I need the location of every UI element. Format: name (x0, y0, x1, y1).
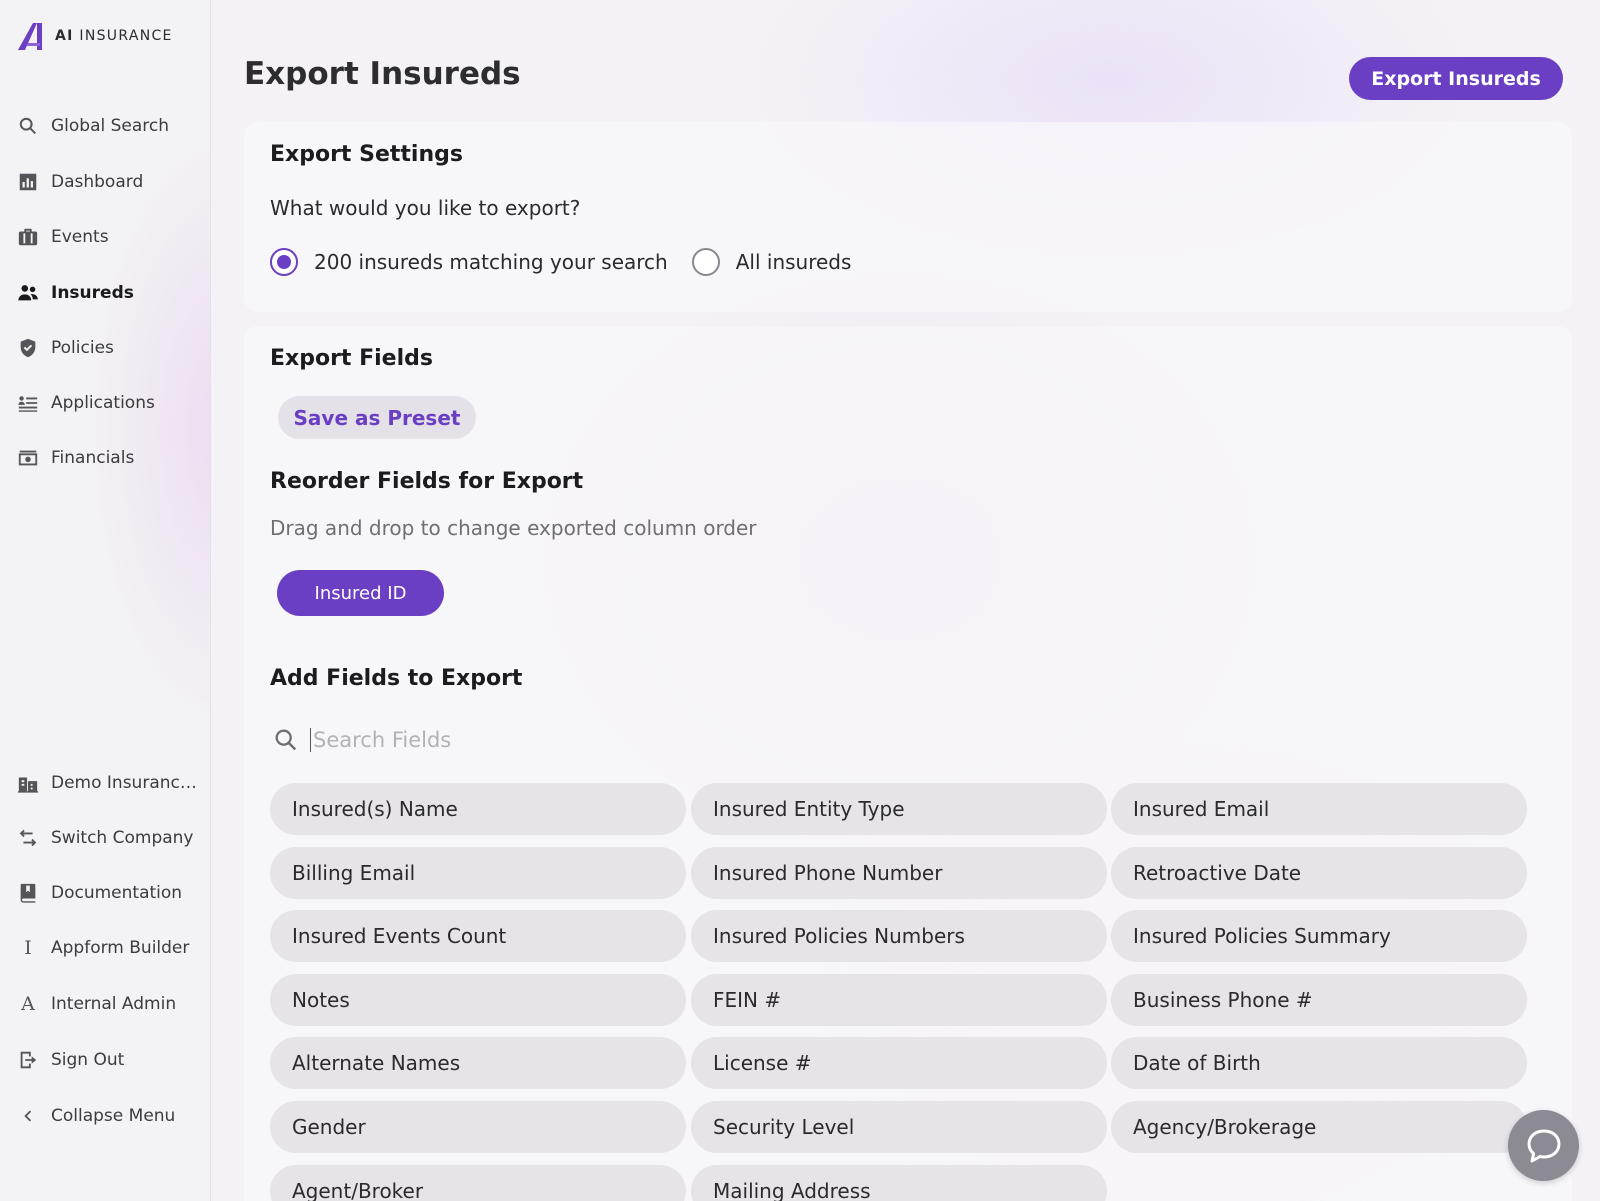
save-as-preset-button[interactable]: Save as Preset (278, 396, 476, 439)
radio-matching-search[interactable]: 200 insureds matching your search (270, 248, 668, 276)
briefcase-icon (16, 225, 40, 249)
sign-out-icon (16, 1048, 40, 1072)
reorder-fields-title: Reorder Fields for Export (270, 469, 584, 494)
radio-all-insureds[interactable]: All insureds (691, 248, 852, 276)
sidebar-item-label: Documentation (51, 883, 183, 903)
brand-name: AI INSURANCE (55, 28, 173, 44)
sidebar-item-company[interactable]: Demo Insurance Company (16, 767, 203, 799)
export-settings-title: Export Settings (270, 142, 463, 167)
sidebar-item-label: Internal Admin (51, 994, 177, 1014)
sidebar-item-label: Policies (51, 338, 114, 358)
export-scope-radio-group: 200 insureds matching your search All in… (270, 248, 875, 276)
sidebar-item-global-search[interactable]: Global Search (16, 110, 169, 142)
field-chip[interactable]: Alternate Names (270, 1037, 686, 1089)
search-icon (16, 114, 40, 138)
selected-field-chip[interactable]: Insured ID (277, 570, 444, 616)
export-insureds-button[interactable]: Export Insureds (1349, 57, 1563, 100)
building-icon (16, 771, 40, 795)
sidebar-item-internal-admin[interactable]: A Internal Admin (16, 988, 176, 1020)
field-chip[interactable]: Date of Birth (1111, 1037, 1527, 1089)
sidebar-item-collapse-menu[interactable]: Collapse Menu (16, 1100, 175, 1132)
field-chip[interactable]: Insured(s) Name (270, 783, 686, 835)
field-chip[interactable]: Insured Phone Number (691, 847, 1107, 899)
sidebar-item-label: Demo Insurance Company (51, 773, 203, 793)
sidebar: AI INSURANCE Global Search Dashboard Eve… (0, 0, 211, 1201)
brand-logo[interactable]: AI INSURANCE (16, 20, 173, 52)
logo-mark-icon (18, 23, 42, 50)
export-fields-title: Export Fields (270, 346, 433, 371)
search-icon (275, 729, 297, 751)
search-fields (272, 720, 772, 760)
chat-bubble-icon (1527, 1129, 1560, 1162)
sidebar-item-switch-company[interactable]: Switch Company (16, 822, 193, 854)
field-chip[interactable]: Business Phone # (1111, 974, 1527, 1026)
radio-circle (691, 248, 720, 276)
field-chip[interactable]: Gender (270, 1101, 686, 1153)
sidebar-item-financials[interactable]: Financials (16, 442, 134, 474)
field-chip[interactable]: Notes (270, 974, 686, 1026)
page-title: Export Insureds (244, 56, 521, 92)
field-chip[interactable]: Insured Events Count (270, 910, 686, 962)
field-chip[interactable]: Mailing Address (691, 1165, 1107, 1201)
export-fields-card: Export Fields Save as Preset Reorder Fie… (244, 326, 1572, 1201)
bar-chart-icon (16, 170, 40, 194)
sidebar-item-label: Financials (51, 448, 135, 468)
sidebar-item-label: Switch Company (51, 828, 194, 848)
sidebar-item-insureds[interactable]: Insureds (16, 277, 134, 309)
field-chip[interactable]: Insured Entity Type (691, 783, 1107, 835)
field-chip[interactable]: Insured Policies Numbers (691, 910, 1107, 962)
list-icon (16, 391, 40, 415)
sidebar-item-label: Events (51, 227, 109, 247)
sidebar-item-label: Collapse Menu (51, 1106, 176, 1126)
add-fields-title: Add Fields to Export (270, 666, 523, 691)
field-chip[interactable]: Insured Email (1111, 783, 1527, 835)
field-chip[interactable]: Billing Email (270, 847, 686, 899)
radio-circle-checked (270, 248, 298, 276)
sidebar-item-dashboard[interactable]: Dashboard (16, 166, 143, 198)
sidebar-item-events[interactable]: Events (16, 221, 109, 253)
users-icon (16, 281, 40, 305)
sidebar-item-documentation[interactable]: Documentation (16, 877, 182, 909)
letter-a-icon: A (21, 993, 35, 1015)
field-chip[interactable]: Security Level (691, 1101, 1107, 1153)
swap-arrows-icon (16, 826, 40, 850)
sidebar-item-label: Insureds (51, 283, 134, 303)
field-chip[interactable]: FEIN # (691, 974, 1107, 1026)
export-settings-card: Export Settings What would you like to e… (244, 122, 1572, 312)
sidebar-item-label: Appform Builder (51, 938, 190, 958)
reorder-hint: Drag and drop to change exported column … (270, 516, 757, 540)
letter-i-icon: I (24, 937, 32, 959)
field-chip[interactable]: Insured Policies Summary (1111, 910, 1527, 962)
field-chip[interactable]: Agency/Brokerage (1111, 1101, 1527, 1153)
field-chip[interactable]: License # (691, 1037, 1107, 1089)
sidebar-item-appform-builder[interactable]: I Appform Builder (16, 932, 189, 964)
radio-label: All insureds (735, 250, 852, 274)
field-chip[interactable]: Retroactive Date (1111, 847, 1527, 899)
book-icon (16, 881, 40, 905)
money-icon (16, 446, 40, 470)
chat-help-button[interactable] (1508, 1110, 1579, 1181)
sidebar-item-label: Sign Out (51, 1050, 125, 1070)
field-chip[interactable]: Agent/Broker (270, 1165, 686, 1201)
sidebar-item-label: Dashboard (51, 172, 144, 192)
sidebar-item-policies[interactable]: Policies (16, 332, 114, 364)
shield-check-icon (16, 336, 40, 360)
sidebar-item-sign-out[interactable]: Sign Out (16, 1044, 124, 1076)
export-question: What would you like to export? (270, 196, 581, 220)
radio-label: 200 insureds matching your search (314, 250, 668, 274)
chevron-left-icon (16, 1104, 40, 1128)
sidebar-item-label: Global Search (51, 116, 170, 136)
search-fields-input[interactable] (310, 728, 750, 752)
sidebar-item-label: Applications (51, 393, 155, 413)
sidebar-item-applications[interactable]: Applications (16, 387, 155, 419)
